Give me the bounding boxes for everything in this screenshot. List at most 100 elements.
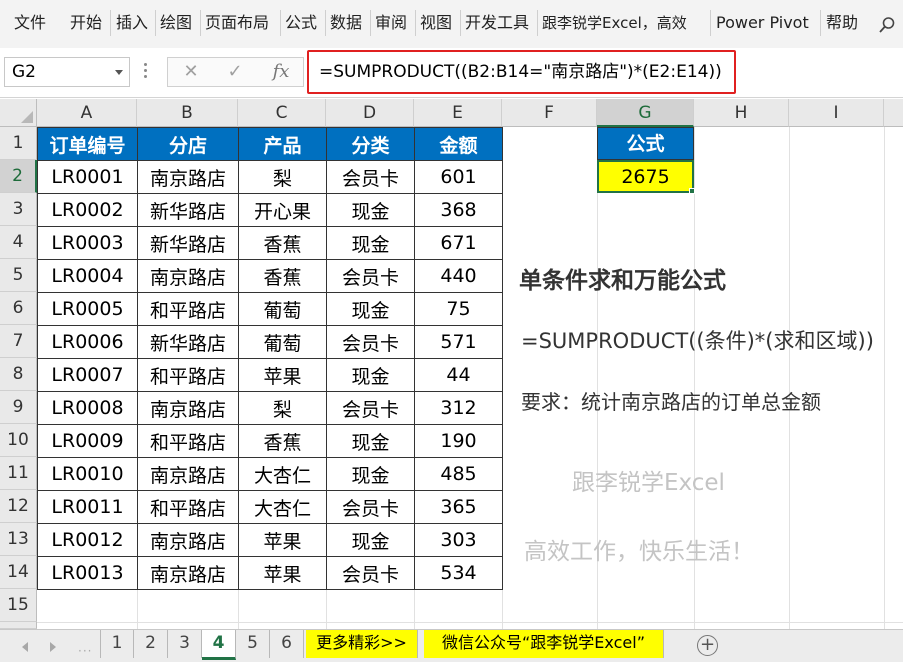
cell-amount[interactable]: 534 bbox=[414, 556, 503, 590]
cancel-icon[interactable]: ✕ bbox=[176, 58, 206, 86]
cell-amount[interactable]: 44 bbox=[414, 358, 503, 392]
tab-home[interactable]: 开始 bbox=[70, 8, 102, 38]
add-sheet-button[interactable]: + bbox=[697, 635, 718, 656]
cell-branch[interactable]: 南京路店 bbox=[137, 556, 239, 590]
cell-category[interactable]: 现金 bbox=[326, 358, 415, 392]
cell-order-id[interactable]: LR0010 bbox=[37, 457, 138, 491]
tab-formulas[interactable]: 公式 bbox=[285, 8, 317, 38]
column-header-d[interactable]: D bbox=[326, 99, 414, 127]
column-header-c[interactable]: C bbox=[238, 99, 326, 127]
cell-branch[interactable]: 南京路店 bbox=[137, 391, 239, 425]
cell-product[interactable]: 苹果 bbox=[238, 556, 327, 590]
cell-category[interactable]: 现金 bbox=[326, 193, 415, 227]
cell-amount[interactable]: 440 bbox=[414, 259, 503, 293]
cell-amount[interactable]: 601 bbox=[414, 160, 503, 194]
scroll-left-icon[interactable] bbox=[22, 642, 28, 652]
cell-category[interactable]: 会员卡 bbox=[326, 259, 415, 293]
row-header[interactable]: 11 bbox=[0, 457, 37, 490]
cell-category[interactable]: 会员卡 bbox=[326, 556, 415, 590]
tab-power-pivot[interactable]: Power Pivot bbox=[716, 8, 809, 38]
more-tabs-icon[interactable]: ··· bbox=[78, 644, 92, 658]
cell-amount[interactable]: 312 bbox=[414, 391, 503, 425]
header-cell-product[interactable]: 产品 bbox=[238, 127, 327, 161]
cell-product[interactable]: 开心果 bbox=[238, 193, 327, 227]
cell-category[interactable]: 现金 bbox=[326, 424, 415, 458]
row-header[interactable]: 12 bbox=[0, 490, 37, 523]
cell-order-id[interactable]: LR0001 bbox=[37, 160, 138, 194]
cell-product[interactable]: 香蕉 bbox=[238, 226, 327, 260]
cell-order-id[interactable]: LR0008 bbox=[37, 391, 138, 425]
sheet-tab-2[interactable]: 2 bbox=[134, 630, 168, 658]
name-box[interactable]: G2 bbox=[4, 57, 130, 87]
formula-input[interactable]: =SUMPRODUCT((B2:B14="南京路店")*(E2:E14)) bbox=[307, 50, 736, 94]
cell-category[interactable]: 会员卡 bbox=[326, 490, 415, 524]
cell-branch[interactable]: 南京路店 bbox=[137, 457, 239, 491]
row-header[interactable]: 13 bbox=[0, 523, 37, 556]
chevron-down-icon[interactable] bbox=[115, 70, 123, 75]
cell-product[interactable]: 大杏仁 bbox=[238, 490, 327, 524]
header-cell-amount[interactable]: 金额 bbox=[414, 127, 503, 161]
tab-data[interactable]: 数据 bbox=[330, 8, 362, 38]
column-header-b[interactable]: B bbox=[137, 99, 238, 127]
sheet-tab-4[interactable]: 4 bbox=[202, 630, 236, 660]
drag-handle-icon[interactable] bbox=[143, 63, 149, 81]
cell-order-id[interactable]: LR0005 bbox=[37, 292, 138, 326]
row-header[interactable]: 10 bbox=[0, 424, 37, 457]
cell-order-id[interactable]: LR0012 bbox=[37, 523, 138, 557]
cell-order-id[interactable]: LR0002 bbox=[37, 193, 138, 227]
cell-product[interactable]: 香蕉 bbox=[238, 259, 327, 293]
tab-page-layout[interactable]: 页面布局 bbox=[205, 8, 269, 38]
cell-amount[interactable]: 368 bbox=[414, 193, 503, 227]
column-header-h[interactable]: H bbox=[694, 99, 789, 127]
sheet-tab-wechat[interactable]: 微信公众号“跟李锐学Excel” bbox=[424, 630, 664, 658]
cell-category[interactable]: 现金 bbox=[326, 457, 415, 491]
cell-product[interactable]: 香蕉 bbox=[238, 424, 327, 458]
cell-order-id[interactable]: LR0003 bbox=[37, 226, 138, 260]
cell-amount[interactable]: 671 bbox=[414, 226, 503, 260]
cell-product[interactable]: 苹果 bbox=[238, 358, 327, 392]
cell-branch[interactable]: 和平路店 bbox=[137, 358, 239, 392]
cell-order-id[interactable]: LR0013 bbox=[37, 556, 138, 590]
tab-custom-addin[interactable]: 跟李锐学Excel，高效 bbox=[542, 8, 687, 38]
column-header-e[interactable]: E bbox=[414, 99, 502, 127]
cell-order-id[interactable]: LR0004 bbox=[37, 259, 138, 293]
row-header[interactable]: 5 bbox=[0, 259, 37, 292]
fill-handle[interactable] bbox=[689, 188, 695, 194]
cell-product[interactable]: 梨 bbox=[238, 160, 327, 194]
cell-product[interactable]: 葡萄 bbox=[238, 325, 327, 359]
cell-order-id[interactable]: LR0007 bbox=[37, 358, 138, 392]
cell-product[interactable]: 苹果 bbox=[238, 523, 327, 557]
cell-order-id[interactable]: LR0011 bbox=[37, 490, 138, 524]
column-header-f[interactable]: F bbox=[502, 99, 597, 127]
cell-category[interactable]: 会员卡 bbox=[326, 325, 415, 359]
header-cell-branch[interactable]: 分店 bbox=[137, 127, 239, 161]
tab-review[interactable]: 审阅 bbox=[375, 8, 407, 38]
scroll-right-icon[interactable] bbox=[50, 642, 56, 652]
row-header[interactable]: 8 bbox=[0, 358, 37, 391]
sheet-tab-6[interactable]: 6 bbox=[270, 630, 304, 658]
cell-branch[interactable]: 和平路店 bbox=[137, 490, 239, 524]
cell-category[interactable]: 现金 bbox=[326, 226, 415, 260]
cell-amount[interactable]: 75 bbox=[414, 292, 503, 326]
cell-product[interactable]: 大杏仁 bbox=[238, 457, 327, 491]
row-header[interactable]: 9 bbox=[0, 391, 37, 424]
row-header[interactable]: 14 bbox=[0, 556, 37, 589]
row-header[interactable]: 2 bbox=[0, 160, 37, 193]
cell-branch[interactable]: 南京路店 bbox=[137, 259, 239, 293]
tab-developer[interactable]: 开发工具 bbox=[465, 8, 529, 38]
formula-header-cell[interactable]: 公式 bbox=[597, 127, 694, 160]
cell-branch[interactable]: 新华路店 bbox=[137, 193, 239, 227]
cell-amount[interactable]: 190 bbox=[414, 424, 503, 458]
cell-amount[interactable]: 303 bbox=[414, 523, 503, 557]
row-header[interactable]: 3 bbox=[0, 193, 37, 226]
select-all-button[interactable] bbox=[0, 99, 37, 127]
header-cell-category[interactable]: 分类 bbox=[326, 127, 415, 161]
column-header-g[interactable]: G bbox=[597, 99, 694, 127]
row-header[interactable]: 4 bbox=[0, 226, 37, 259]
tab-file[interactable]: 文件 bbox=[14, 8, 46, 38]
enter-icon[interactable]: ✓ bbox=[220, 58, 250, 86]
row-header[interactable]: 6 bbox=[0, 292, 37, 325]
tab-draw[interactable]: 绘图 bbox=[160, 8, 192, 38]
insert-function-icon[interactable]: fx bbox=[266, 58, 296, 86]
sheet-tab-3[interactable]: 3 bbox=[168, 630, 202, 658]
